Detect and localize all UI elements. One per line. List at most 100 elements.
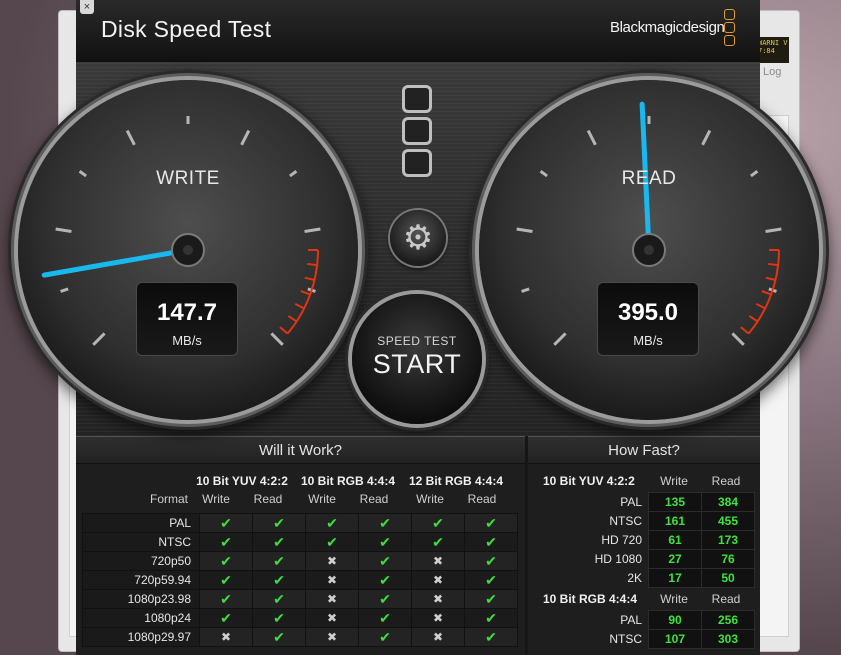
format-label: 2K <box>627 571 642 585</box>
compat-cell: ✔ <box>358 570 412 590</box>
app-title: Disk Speed Test <box>101 16 272 42</box>
close-button[interactable]: × <box>80 0 94 14</box>
write-fps: 27 <box>648 549 702 569</box>
compat-cell: ✔ <box>464 532 518 552</box>
start-button[interactable]: SPEED TEST START <box>352 294 482 424</box>
write-readout: 147.7 MB/s <box>136 282 238 356</box>
gauge-tick <box>701 129 712 146</box>
gauge-tick <box>516 227 533 234</box>
write-unit: MB/s <box>172 333 202 348</box>
cross-icon: ✖ <box>432 554 444 568</box>
read-value: 395.0 <box>617 299 679 326</box>
read-fps: 173 <box>701 530 755 550</box>
compat-cell: ✖ <box>411 589 465 609</box>
read-fps: 303 <box>701 629 755 649</box>
group-header: 12 Bit RGB 4:4:4 <box>408 474 504 488</box>
col-header: Write <box>660 592 688 606</box>
write-fps: 61 <box>648 530 702 550</box>
sub-header: Write <box>416 492 444 506</box>
checkmark-icon: ✔ <box>485 609 497 626</box>
settings-gear-button[interactable]: ⚙ <box>390 210 446 266</box>
checkmark-icon: ✔ <box>326 533 338 550</box>
compat-cell: ✔ <box>464 589 518 609</box>
compat-cell: ✔ <box>252 608 306 628</box>
gauge-tick <box>586 129 597 146</box>
read-gauge-label: READ <box>621 168 677 189</box>
checkmark-icon: ✔ <box>220 514 232 531</box>
read-fps: 76 <box>701 549 755 569</box>
gauge-tick <box>304 227 321 234</box>
table-row: PAL ✔ ✔ ✔ ✔ ✔ ✔ <box>82 513 518 533</box>
col-header: Write <box>660 474 688 488</box>
checkmark-icon: ✔ <box>485 590 497 607</box>
cross-icon: ✖ <box>432 630 444 644</box>
format-header: Format <box>149 492 188 506</box>
sub-header: Read <box>253 492 283 506</box>
compat-cell: ✔ <box>358 589 412 609</box>
redzone-tick <box>279 326 289 335</box>
gauge-tick <box>125 129 136 146</box>
checkmark-icon: ✔ <box>485 514 497 531</box>
cross-icon: ✖ <box>432 592 444 606</box>
start-button-caption: SPEED TEST <box>377 334 457 348</box>
checkmark-icon: ✔ <box>273 628 285 645</box>
compat-cell: ✖ <box>305 570 359 590</box>
will-it-work-panel: Will it Work? 10 Bit YUV 4:2:2 10 Bit RG… <box>76 436 525 655</box>
checkmark-icon: ✔ <box>273 590 285 607</box>
format-label: PAL <box>620 613 642 627</box>
format-label: HD 1080 <box>594 552 642 566</box>
format-label: NTSC <box>609 632 642 646</box>
compat-cell: ✖ <box>199 627 253 647</box>
sub-header: Write <box>202 492 230 506</box>
read-gauge-dial <box>516 101 782 346</box>
checkmark-icon: ✔ <box>379 609 391 626</box>
checkmark-icon: ✔ <box>220 552 232 569</box>
gauge-tick <box>270 332 284 346</box>
table-row: NTSC 107 303 <box>534 629 755 649</box>
write-gauge: WRITE 147.7 MB/s <box>18 80 358 420</box>
needle-hub-center <box>183 245 193 255</box>
compat-cell: ✔ <box>199 513 253 533</box>
cross-icon: ✖ <box>326 554 338 568</box>
format-cell: PAL <box>82 513 200 533</box>
checkmark-icon: ✔ <box>432 514 444 531</box>
table-row: 720p59.94 ✔ ✔ ✖ ✔ ✖ ✔ <box>82 570 518 590</box>
compat-cell: ✖ <box>411 608 465 628</box>
will-it-work-title: Will it Work? <box>76 437 525 464</box>
compat-cell: ✔ <box>358 532 412 552</box>
group-header: 10 Bit RGB 4:4:4 <box>300 474 396 488</box>
background-log-label: Log <box>763 66 782 78</box>
write-gauge-label: WRITE <box>156 168 220 189</box>
checkmark-icon: ✔ <box>379 552 391 569</box>
checkmark-icon: ✔ <box>326 514 338 531</box>
compat-cell: ✔ <box>358 513 412 533</box>
checkmark-icon: ✔ <box>379 571 391 588</box>
read-gauge: READ 395.0 MB/s <box>479 80 819 420</box>
checkmark-icon: ✔ <box>220 590 232 607</box>
redzone-tick <box>304 276 315 281</box>
sub-header: Write <box>308 492 336 506</box>
read-fps: 50 <box>701 568 755 588</box>
table-row: 2K 17 50 <box>534 568 755 588</box>
checkmark-icon: ✔ <box>485 533 497 550</box>
compat-cell: ✔ <box>464 551 518 571</box>
compat-cell: ✔ <box>199 570 253 590</box>
compat-cell: ✔ <box>252 532 306 552</box>
write-fps: 161 <box>648 511 702 531</box>
checkmark-icon: ✔ <box>220 609 232 626</box>
cross-icon: ✖ <box>432 611 444 625</box>
section-header: 10 Bit YUV 4:2:2 <box>543 474 635 488</box>
how-fast-table-rgb: PAL 90 256 NTSC 107 303 <box>534 610 755 649</box>
checkmark-icon: ✔ <box>485 628 497 645</box>
compat-cell: ✖ <box>411 551 465 571</box>
redzone-tick <box>748 315 759 323</box>
compat-cell: ✔ <box>252 513 306 533</box>
section-header: 10 Bit RGB 4:4:4 <box>543 592 638 606</box>
redzone-tick <box>287 315 298 323</box>
how-fast-panel: How Fast? 10 Bit YUV 4:2:2 Write Read PA… <box>528 436 760 655</box>
compat-cell: ✔ <box>411 532 465 552</box>
compat-cell: ✔ <box>252 627 306 647</box>
checkmark-icon: ✔ <box>220 571 232 588</box>
write-fps: 135 <box>648 492 702 512</box>
table-row: 720p50 ✔ ✔ ✖ ✔ ✖ ✔ <box>82 551 518 571</box>
